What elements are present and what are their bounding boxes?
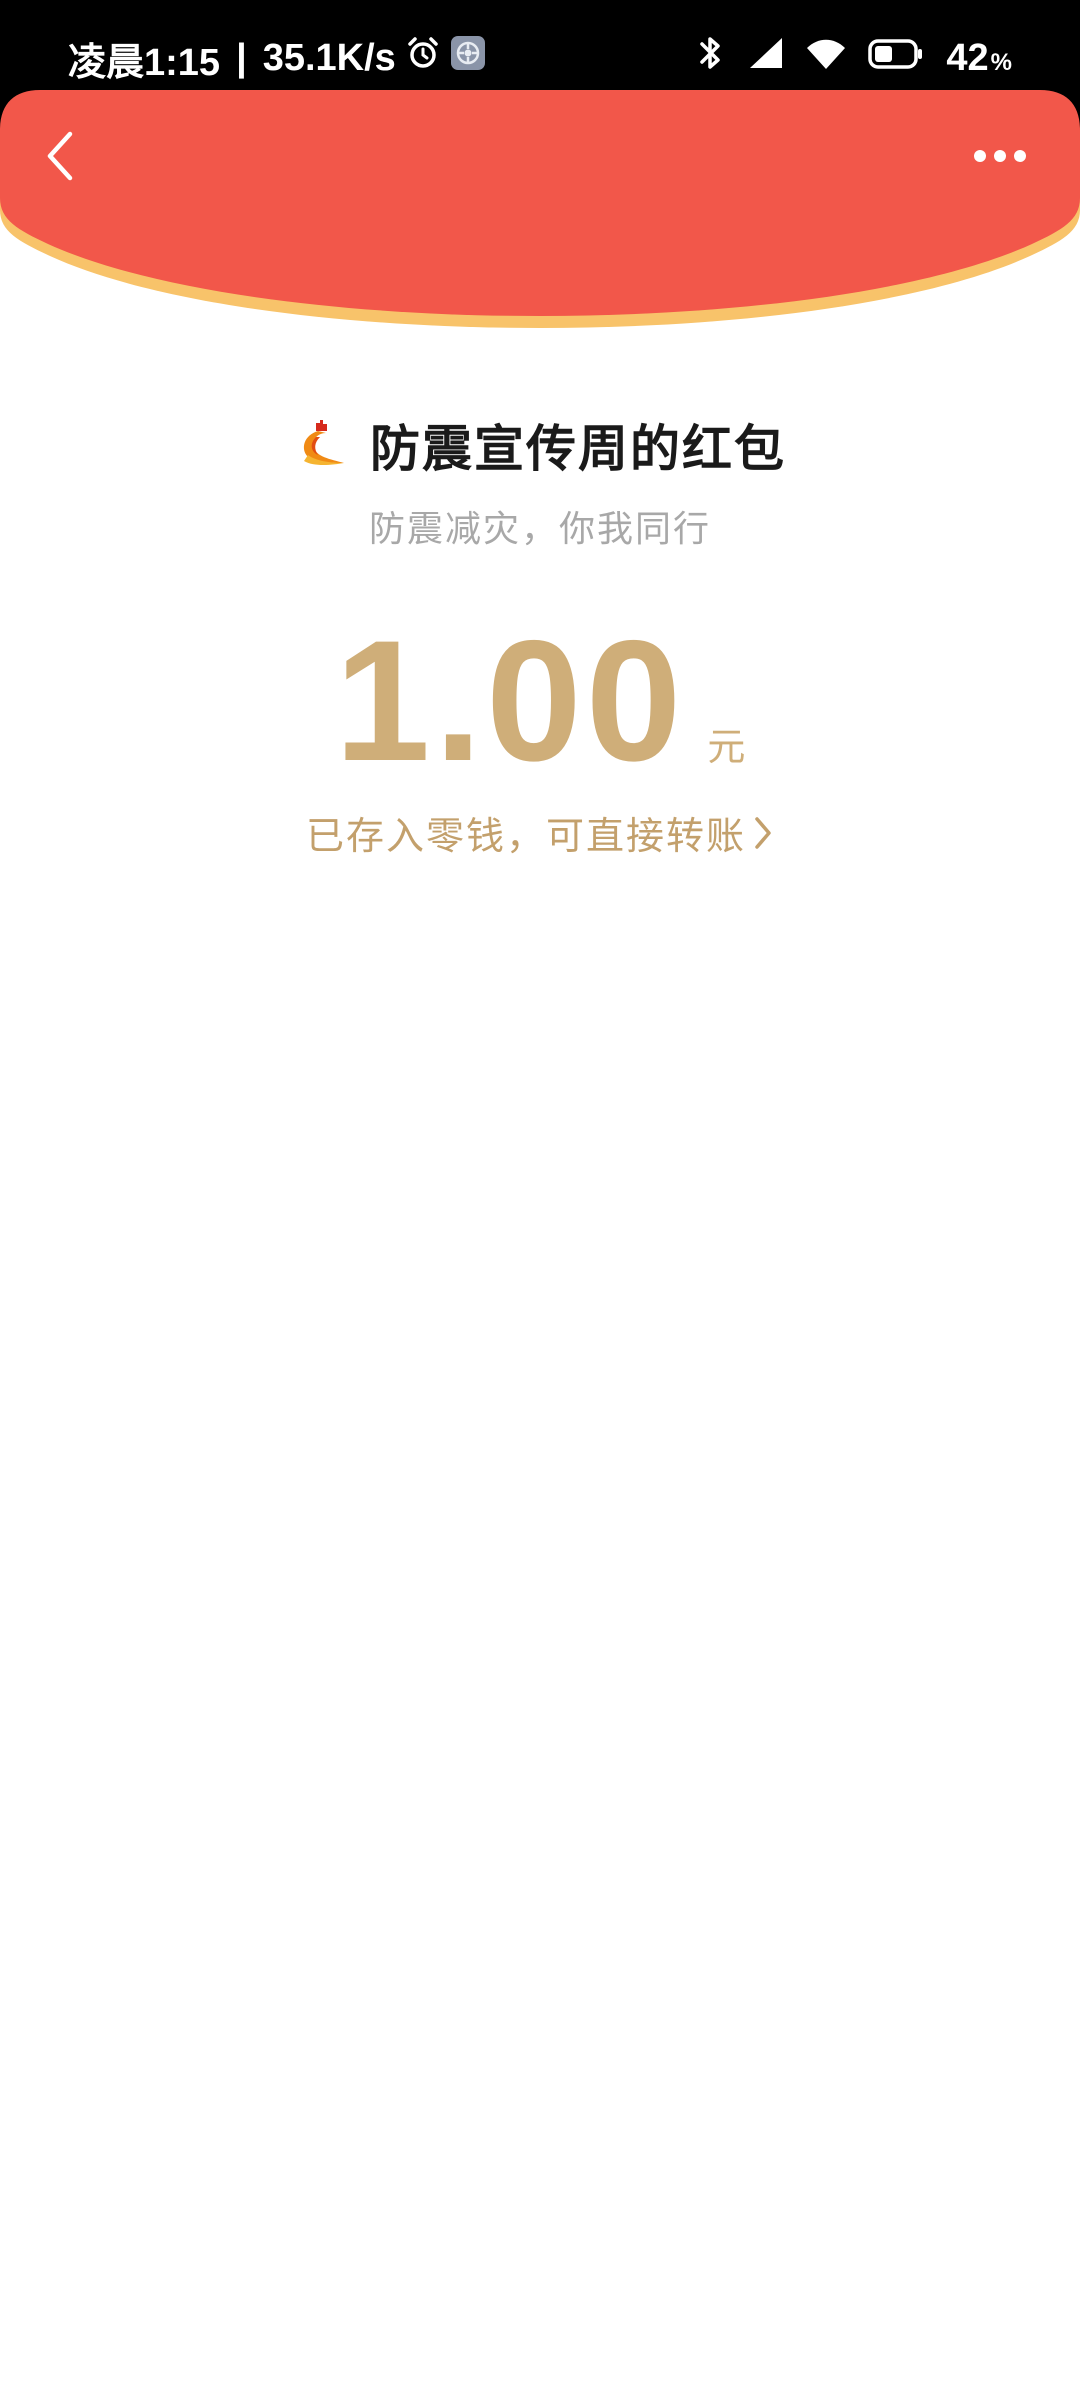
status-time: 凌晨1:15: [68, 41, 221, 84]
cellular-signal-icon: [748, 36, 784, 80]
status-right: 42 %: [696, 30, 1012, 86]
battery-unit: %: [990, 48, 1012, 76]
wifi-icon: [806, 37, 846, 80]
battery-level: 42: [946, 36, 989, 79]
network-speed: 35.1K/s: [262, 36, 396, 79]
chevron-left-icon: [47, 131, 73, 181]
battery-text: 42 %: [946, 37, 1012, 80]
wallet-status-text: 已存入零钱，可直接转账: [305, 814, 746, 858]
more-button[interactable]: [964, 130, 1036, 182]
chevron-right-icon: [752, 815, 774, 851]
amount-row: 1.00 元: [0, 615, 1080, 787]
back-button[interactable]: [24, 120, 96, 192]
red-packet-header: [0, 90, 1080, 330]
settings-app-icon: [450, 35, 486, 81]
amount-value: 1.00: [334, 605, 686, 797]
bluetooth-icon: [696, 34, 726, 82]
more-dots-icon: [974, 150, 1026, 162]
status-separator: |: [236, 36, 247, 79]
wallet-status-link[interactable]: 已存入零钱，可直接转账: [0, 805, 1080, 860]
blessing-text: 防震减灾，你我同行: [368, 509, 711, 550]
amount-unit: 元: [707, 725, 746, 769]
header-background: [0, 90, 1080, 328]
battery-icon: [868, 37, 924, 80]
sender-logo-icon: [294, 417, 346, 473]
status-left: 凌晨1:15 | 35.1K/s: [68, 30, 486, 86]
sender-name: 防震宣传周的红包: [370, 420, 786, 478]
alarm-icon: [406, 36, 440, 80]
sender-row: 防震宣传周的红包: [0, 410, 1080, 480]
